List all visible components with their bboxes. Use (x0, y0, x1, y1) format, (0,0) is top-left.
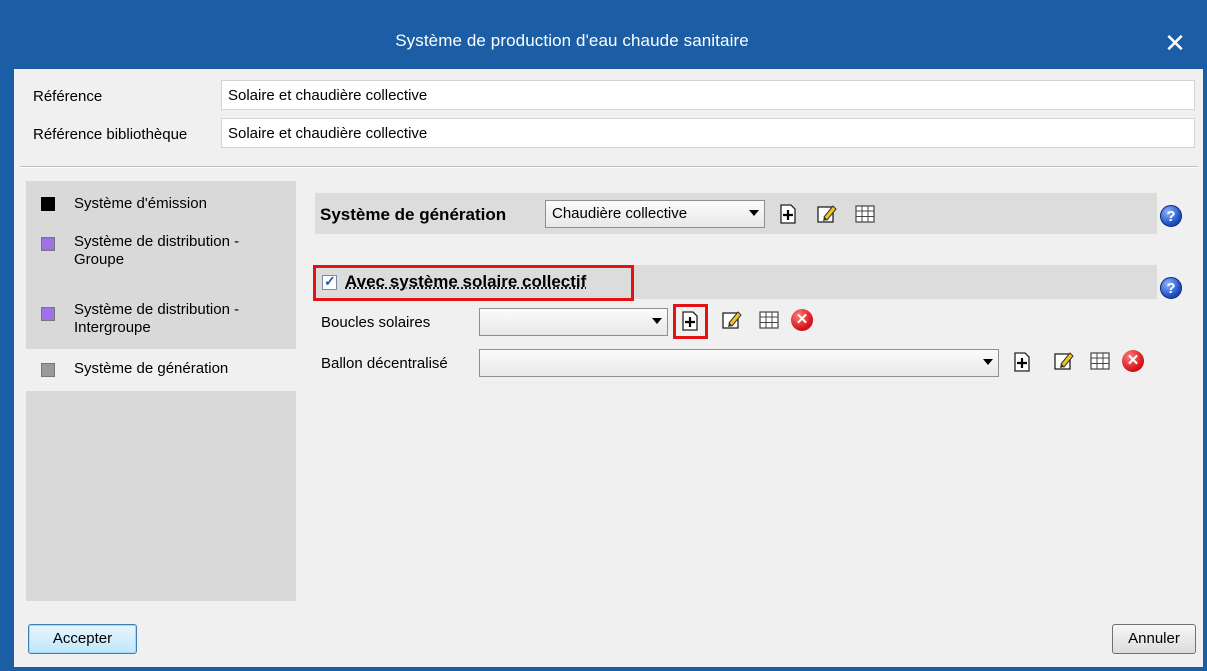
delete-icon[interactable]: ✕ (1122, 350, 1144, 372)
dialog-title: Système de production d'eau chaude sanit… (395, 31, 749, 50)
chevron-down-icon (983, 359, 993, 365)
chevron-down-icon (652, 318, 662, 324)
nav-item-distribution-group[interactable]: Système de distribution - Groupe (26, 231, 296, 289)
add-icon[interactable] (1012, 352, 1032, 372)
add-icon[interactable] (778, 204, 798, 224)
library-reference-input[interactable] (221, 118, 1195, 148)
edit-icon[interactable] (817, 204, 837, 224)
nav-item-emission[interactable]: Système d'émission (26, 189, 296, 229)
system-nav: Système d'émission Système de distributi… (26, 181, 296, 601)
decentralized-tank-label: Ballon décentralisé (321, 355, 448, 372)
checkmark-icon: ✓ (324, 273, 336, 289)
solar-checkbox-label[interactable]: Avec système solaire collectif (345, 272, 586, 292)
nav-item-label: Système de distribution - Intergroupe (74, 301, 240, 336)
accept-button[interactable]: Accepter (28, 624, 137, 654)
help-icon[interactable]: ? (1160, 277, 1182, 299)
solar-loops-label: Boucles solaires (321, 314, 431, 331)
emission-color-swatch (41, 197, 55, 211)
generation-color-swatch (41, 363, 55, 377)
table-icon[interactable] (759, 310, 779, 330)
reference-label: Référence (33, 88, 103, 105)
decentralized-tank-select[interactable] (479, 349, 999, 377)
generation-select-value: Chaudière collective (552, 205, 688, 222)
nav-item-label: Système d'émission (74, 195, 207, 212)
nav-item-label: Système de distribution - Groupe (74, 233, 240, 268)
delete-icon[interactable]: ✕ (791, 309, 813, 331)
nav-item-label: Système de génération (74, 360, 229, 377)
table-icon[interactable] (855, 204, 875, 224)
generation-select[interactable]: Chaudière collective (545, 200, 765, 228)
edit-icon[interactable] (722, 310, 742, 330)
table-icon[interactable] (1090, 351, 1110, 371)
solar-loops-select[interactable] (479, 308, 668, 336)
add-icon[interactable] (680, 311, 700, 331)
separator-highlight (20, 167, 1198, 168)
nav-item-generation[interactable]: Système de génération (26, 349, 296, 391)
distribution-group-color-swatch (41, 237, 55, 251)
cancel-button[interactable]: Annuler (1112, 624, 1196, 654)
edit-icon[interactable] (1054, 351, 1074, 371)
library-reference-label: Référence bibliothèque (33, 126, 188, 143)
reference-input[interactable] (221, 80, 1195, 110)
distribution-intergroup-color-swatch (41, 307, 55, 321)
solar-checkbox[interactable]: ✓ (322, 273, 337, 290)
close-icon[interactable]: ✕ (1154, 22, 1196, 64)
chevron-down-icon (749, 210, 759, 216)
nav-item-distribution-intergroup[interactable]: Système de distribution - Intergroupe (26, 293, 296, 349)
help-icon[interactable]: ? (1160, 205, 1182, 227)
generation-label: Système de génération (320, 205, 507, 224)
